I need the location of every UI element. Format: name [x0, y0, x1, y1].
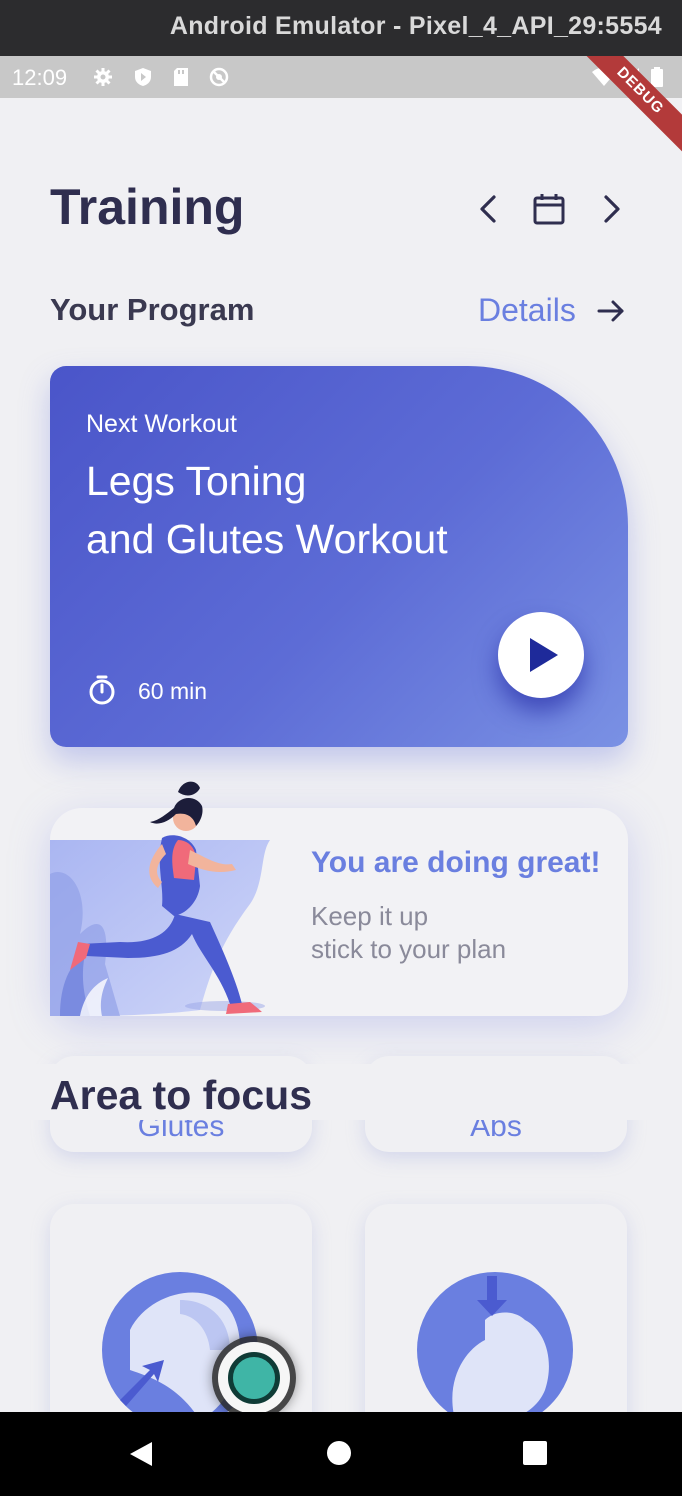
workout-duration: 60 min — [138, 678, 208, 704]
android-nav-bar — [0, 1412, 682, 1496]
emulator-title-bar: Android Emulator - Pixel_4_API_29:5554 — [0, 0, 682, 56]
back-icon[interactable] — [128, 1440, 154, 1468]
workout-title: Legs Toning and Glutes Workout — [86, 452, 448, 568]
arm-muscle-illustration — [417, 1272, 573, 1412]
no-sync-icon — [209, 67, 229, 87]
next-workout-label: Next Workout — [86, 410, 237, 438]
focus-heading: Area to focus — [50, 1072, 312, 1118]
runner-illustration — [50, 781, 270, 1016]
workout-title-line2: and Glutes Workout — [86, 516, 448, 562]
motivation-line2: stick to your plan — [311, 934, 507, 964]
emulator-title: Android Emulator - Pixel_4_API_29:5554 — [169, 12, 662, 40]
settings-icon — [94, 68, 112, 86]
details-link[interactable]: Details — [478, 292, 576, 329]
motivation-headline: You are doing great! — [311, 846, 601, 879]
next-workout-card[interactable]: Next Workout Legs Toning and Glutes Work… — [50, 366, 628, 747]
recents-icon[interactable] — [522, 1440, 548, 1466]
status-time: 12:09 — [12, 65, 68, 90]
motivation-line1: Keep it up — [311, 901, 429, 931]
chevron-left-icon[interactable] — [472, 192, 506, 226]
motivation-card: You are doing great! Keep it up stick to… — [50, 781, 628, 1016]
sd-card-icon — [174, 68, 188, 86]
bubble-core — [228, 1352, 280, 1404]
program-heading: Your Program — [50, 292, 255, 327]
home-icon[interactable] — [326, 1440, 352, 1466]
app-screen: 12:09 DEBUG Training Your Program Detail… — [0, 56, 682, 1412]
workout-title-line1: Legs Toning — [86, 458, 307, 504]
floating-assistant-bubble[interactable] — [212, 1336, 296, 1420]
status-bar: 12:09 DEBUG — [0, 56, 682, 157]
area-card-abs-image[interactable] — [365, 1204, 627, 1412]
play-icon — [530, 638, 558, 672]
debug-banner: DEBUG — [574, 56, 682, 157]
chevron-right-icon[interactable] — [594, 192, 628, 226]
page-title: Training — [50, 179, 245, 235]
motivation-subtext: Keep it up stick to your plan — [311, 900, 506, 966]
emulator-frame: Android Emulator - Pixel_4_API_29:5554 1… — [0, 0, 682, 1496]
play-button[interactable] — [498, 612, 584, 698]
arrow-right-icon[interactable] — [596, 296, 626, 326]
shield-icon — [135, 68, 151, 86]
calendar-icon[interactable] — [532, 192, 566, 226]
stopwatch-icon — [89, 675, 115, 705]
